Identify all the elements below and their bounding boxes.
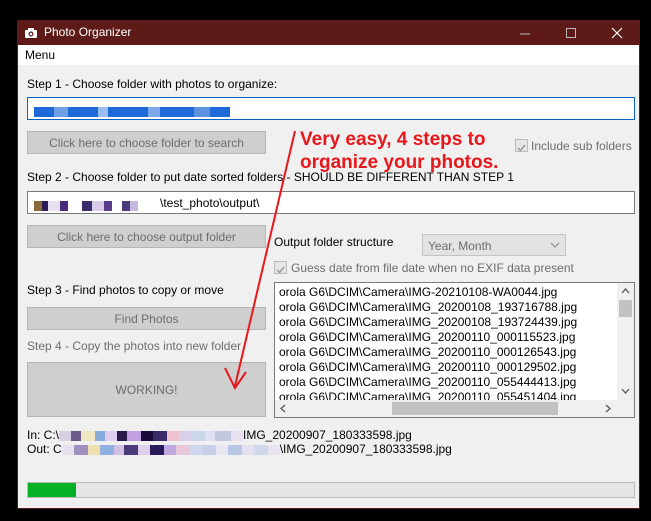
chevron-up-icon [621,288,630,294]
output-structure-value: Year, Month [428,239,492,253]
redacted-path [61,442,280,456]
chevron-right-icon [605,404,611,413]
guess-date-label: Guess date from file date when no EXIF d… [291,261,574,275]
status-in-prefix: In: C:\ [27,428,60,442]
scroll-thumb[interactable] [392,402,558,415]
step4-label: Step 4 - Copy the photos into new folder [27,339,242,353]
include-subfolders-checkbox[interactable] [515,139,528,152]
redacted-path [34,198,138,212]
chevron-down-icon [550,242,560,248]
maximize-button[interactable] [549,21,593,45]
source-folder-input[interactable] [27,97,635,120]
file-list[interactable]: orola G6\DCIM\Camera\IMG-20210108-WA0044… [274,282,635,418]
file-list-item[interactable]: orola G6\DCIM\Camera\IMG_20200108_193724… [279,315,577,330]
progress-fill [28,483,77,497]
chevron-down-icon [621,388,630,394]
output-folder-input[interactable]: \test_photo\output\ [27,191,635,214]
file-list-item[interactable]: orola G6\DCIM\Camera\IMG_20200108_193716… [279,300,577,315]
file-list-item[interactable]: orola G6\DCIM\Camera\IMG-20210108-WA0044… [279,285,577,300]
app-window: Photo Organizer Menu Step 1 - Choose fol… [17,20,640,509]
redacted-path [34,104,230,118]
redacted-path [59,428,244,442]
status-in-file: IMG_20200907_180333598.jpg [243,428,412,442]
annotation-line-2: organize your photos. [300,152,499,173]
include-subfolders-label: Include sub folders [531,139,632,153]
step1-label: Step 1 - Choose folder with photos to or… [27,77,278,91]
file-list-item[interactable]: orola G6\DCIM\Camera\IMG_20200110_055444… [279,375,577,390]
title-bar[interactable]: Photo Organizer [18,21,639,45]
chevron-left-icon [280,404,286,413]
scroll-corner [617,400,634,417]
status-out: Out: C \IMG_20200907_180333598.jpg [27,442,452,456]
step3-label: Step 3 - Find photos to copy or move [27,283,224,297]
camera-icon [25,28,37,38]
status-out-prefix: Out: C [27,442,62,456]
file-list-items: orola G6\DCIM\Camera\IMG-20210108-WA0044… [279,285,577,405]
horizontal-scrollbar[interactable] [275,400,617,417]
output-structure-select[interactable]: Year, Month [422,234,566,256]
status-out-file: \IMG_20200907_180333598.jpg [279,442,452,456]
annotation-text: Very easy, 4 steps to organize your phot… [300,128,498,174]
menu-item-menu[interactable]: Menu [25,48,55,62]
scroll-thumb[interactable] [619,300,632,317]
minimize-button[interactable] [503,21,547,45]
status-in: In: C:\ IMG_20200907_180333598.jpg [27,428,412,442]
file-list-item[interactable]: orola G6\DCIM\Camera\IMG_20200110_000126… [279,345,577,360]
vertical-scrollbar[interactable] [617,283,634,400]
file-list-item[interactable]: orola G6\DCIM\Camera\IMG_20200110_000129… [279,360,577,375]
progress-bar [27,482,635,498]
minimize-icon [519,33,530,34]
file-list-item[interactable]: orola G6\DCIM\Camera\IMG_20200110_000115… [279,330,577,345]
annotation-arrow-icon [224,130,296,390]
window-title: Photo Organizer [44,25,132,39]
annotation-line-1: Very easy, 4 steps to [300,129,486,150]
check-icon [517,144,526,152]
maximize-icon [565,27,576,38]
close-icon [611,27,623,39]
menu-bar: Menu [18,45,639,65]
close-button[interactable] [595,21,639,45]
